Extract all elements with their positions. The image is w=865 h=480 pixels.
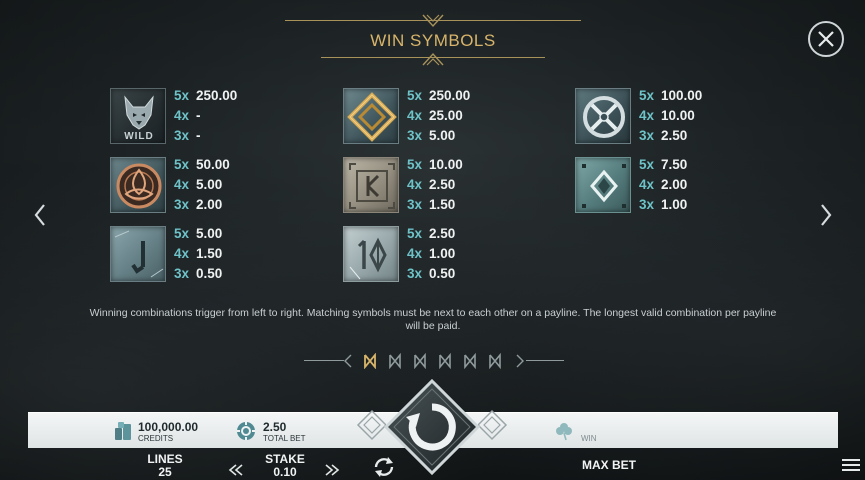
autoplay-icon[interactable] <box>372 456 396 478</box>
stake-decrease-icon[interactable] <box>228 464 244 476</box>
pager-chevron-left-icon <box>344 354 352 368</box>
lines-value: 25 <box>158 465 172 479</box>
symbol-paytable-rune-10: 5x 2.50 4x 1.00 3x 0.50 <box>343 226 513 286</box>
symbol-paytable-triquetra: 5x 50.00 4x 5.00 3x 2.00 <box>110 157 280 217</box>
payout-row: 3x 2.50 <box>639 128 688 143</box>
page-indicator <box>304 350 564 372</box>
payout-row: 4x - <box>174 108 201 123</box>
rune-k-icon <box>349 163 395 209</box>
payout-row: 4x 1.00 <box>407 246 456 261</box>
spin-ornament-left-icon <box>356 409 386 441</box>
page-dot-6[interactable] <box>489 353 501 369</box>
page-dot-4[interactable] <box>439 353 451 369</box>
symbol-paytable-gold-knot: 5x 250.00 4x 25.00 3x 5.00 <box>343 88 513 148</box>
payout-row: 5x 100.00 <box>639 88 703 103</box>
stake-label: STAKE <box>265 452 305 466</box>
gold-knot-icon <box>347 92 397 142</box>
pager-chevron-right-icon <box>516 354 524 368</box>
payout-row: 3x 1.50 <box>407 197 456 212</box>
win-label: WIN <box>581 434 597 443</box>
stone-rune-k-symbol <box>343 157 399 213</box>
payout-row: 5x 250.00 <box>174 88 238 103</box>
wild-tile-label: WILD <box>124 131 154 142</box>
symbol-paytable-wild: WILD 5x 250.00 4x - 3x - <box>110 88 280 148</box>
diamond-icon <box>582 164 626 208</box>
payout-row: 4x 1.50 <box>174 246 223 261</box>
silver-cross-icon <box>583 96 625 138</box>
title-ornament-top-icon <box>422 14 444 28</box>
payout-row: 4x 2.00 <box>639 177 688 192</box>
payout-row: 3x 2.00 <box>174 197 223 212</box>
payout-row: 4x 2.50 <box>407 177 456 192</box>
chevron-right-icon[interactable] <box>818 202 834 228</box>
payout-row: 5x 5.00 <box>174 226 223 241</box>
pager-divider-right <box>526 360 564 361</box>
payout-row: 5x 2.50 <box>407 226 456 241</box>
page-title: WIN SYMBOLS <box>370 31 496 50</box>
credits-value: 100,000.00 <box>138 420 199 434</box>
max-bet-button[interactable]: MAX BET <box>570 458 648 472</box>
symbol-paytable-silver-cross: 5x 100.00 4x 10.00 3x 2.50 <box>575 88 745 148</box>
credits-label: CREDITS <box>138 434 174 443</box>
bronze-triquetra-symbol <box>110 157 166 213</box>
page-dot-2[interactable] <box>389 353 401 369</box>
wolf-wild-symbol: WILD <box>110 88 166 144</box>
close-icon <box>818 31 834 47</box>
symbol-paytable-rune-j: 5x 5.00 4x 1.50 3x 0.50 <box>110 226 280 286</box>
lines-label: LINES <box>147 452 183 466</box>
page-dot-3[interactable] <box>414 353 426 369</box>
payout-row: 3x 1.00 <box>639 197 688 212</box>
pager-divider-left <box>304 360 344 361</box>
clover-icon <box>556 423 572 441</box>
payout-row: 3x 5.00 <box>407 128 456 143</box>
stake-increase-icon[interactable] <box>324 464 340 476</box>
close-button[interactable] <box>808 21 844 57</box>
gold-diamond-knot-symbol <box>343 88 399 144</box>
payout-row: 5x 50.00 <box>174 157 230 172</box>
stone-rune-j-symbol <box>110 226 166 282</box>
payout-row: 3x 0.50 <box>407 266 456 281</box>
coin-stack-icon <box>115 422 131 440</box>
stone-rune-10-symbol <box>343 226 399 282</box>
chevron-left-icon[interactable] <box>32 202 48 228</box>
stake-value: 0.10 <box>273 465 297 479</box>
payout-row: 4x 5.00 <box>174 177 223 192</box>
title-banner: WIN SYMBOLS <box>285 12 581 68</box>
lower-controls: LINES 25 STAKE 0.10 MAX BET <box>0 450 865 480</box>
rules-text: Winning combinations trigger from left t… <box>89 307 777 332</box>
symbol-paytable-rune-k: 5x 10.00 4x 2.50 3x 1.50 <box>343 157 513 217</box>
rune-j-icon <box>114 230 164 278</box>
payout-row: 4x 10.00 <box>639 108 695 123</box>
payout-row: 4x 25.00 <box>407 108 463 123</box>
page-dot-1-active[interactable] <box>364 353 376 369</box>
triquetra-icon <box>116 163 162 209</box>
symbol-paytable-stone-diamond: 5x 7.50 4x 2.00 3x 1.00 <box>575 157 745 217</box>
payout-row: 5x 250.00 <box>407 88 471 103</box>
payout-row: 5x 7.50 <box>639 157 688 172</box>
payout-row: 3x - <box>174 128 201 143</box>
page-dot-5[interactable] <box>464 353 476 369</box>
rune-10-icon <box>349 237 387 280</box>
stone-diamond-symbol <box>575 157 631 213</box>
menu-icon[interactable] <box>842 459 860 473</box>
title-ornament-bottom-icon <box>422 52 444 66</box>
spin-ornament-right-icon <box>478 409 508 441</box>
silver-circle-cross-symbol <box>575 88 631 144</box>
total-bet-value: 2.50 <box>263 420 287 434</box>
chip-icon <box>237 422 255 440</box>
total-bet-label: TOTAL BET <box>263 434 306 443</box>
payout-row: 3x 0.50 <box>174 266 223 281</box>
payout-row: 5x 10.00 <box>407 157 463 172</box>
